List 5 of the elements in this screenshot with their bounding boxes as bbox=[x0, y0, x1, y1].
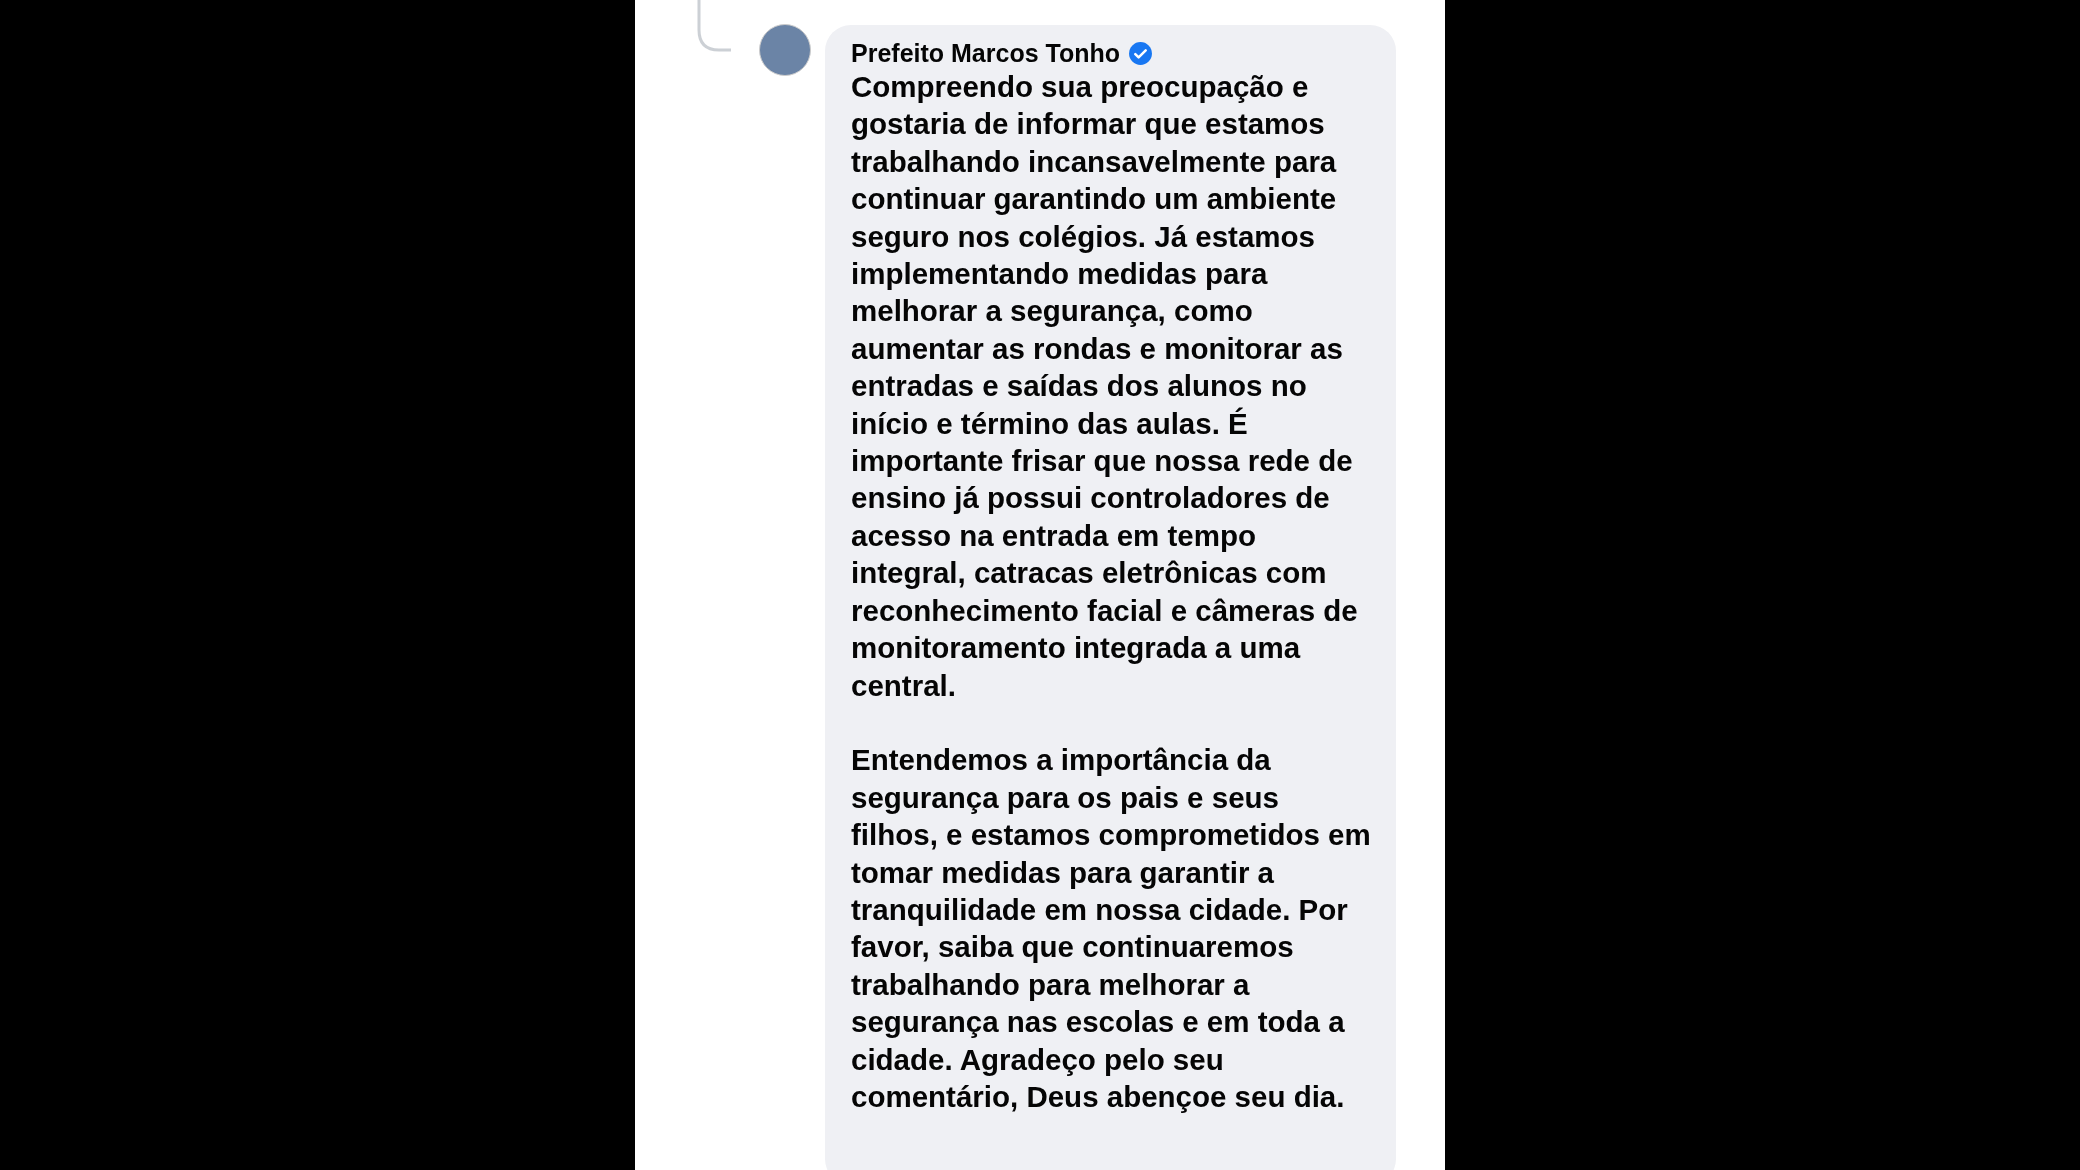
comment-text: Compreendo sua preocupação e gostaria de informar que estamos trabalhando incansavelmente para continuar garantindo um ambiente seguro nos colégios. Já estamos implementando medidas para melhorar a segurança, como aumentar as rondas e monitorar as entradas e saídas dos alunos no início e término das aulas. É importante frisar que nossa rede de ensino já possui controladores de acesso na entrada em tempo integral, catracas eletrônicas com reconhecimento facial e câmeras de monitoramento integrada a uma central. bbox=[851, 69, 1359, 704]
avatar[interactable] bbox=[759, 24, 811, 76]
author-name[interactable]: Prefeito Marcos Tonho bbox=[851, 39, 1120, 68]
thread-connector bbox=[697, 0, 731, 52]
comment-text: Entendemos a importância da segurança para os pais e seus filhos, e estamos comprometidos em tomar medidas para garantir a tranquilidade em nossa cidade. Por favor, saiba que continuaremos trabalhando para melhorar a segurança nas escolas e em toda a cidade. Agradeço pelo seu comentário, Deus abençoe seu dia. bbox=[851, 742, 1372, 1115]
